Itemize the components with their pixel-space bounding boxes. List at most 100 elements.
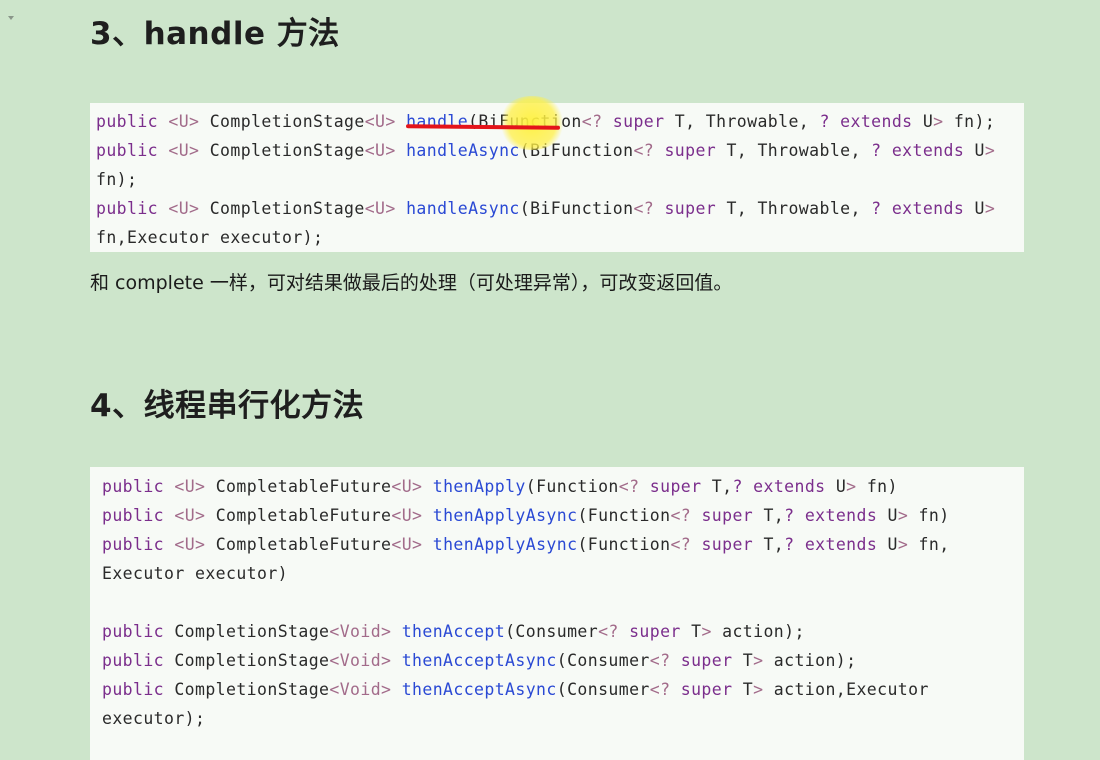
code-token: handleAsync: [406, 199, 520, 218]
code-token: action);: [711, 622, 805, 641]
code-token: <U>: [168, 141, 200, 160]
collapse-arrow-icon[interactable]: [8, 16, 14, 20]
code-token: public: [102, 535, 165, 554]
code-token: <?: [618, 477, 640, 496]
code-token: <?: [598, 622, 619, 641]
code-token: T: [680, 622, 702, 641]
code-token: CompletionStage: [199, 199, 365, 218]
code-token: super: [664, 141, 717, 160]
code-token: <?: [670, 506, 692, 525]
code-token: public: [96, 199, 159, 218]
code-token: <U>: [364, 199, 396, 218]
code-token: fn,: [908, 535, 950, 554]
code-token: thenAcceptAsync: [401, 651, 557, 670]
code-token: CompletableFuture: [205, 535, 392, 554]
code-token: fn);: [96, 170, 138, 189]
code-token: T, Throwable,: [664, 112, 820, 131]
code-token: CompletionStage: [164, 651, 330, 670]
code-line: fn);: [96, 165, 1024, 194]
code-token: >: [897, 506, 909, 525]
cursor-highlight-annotation: [498, 96, 566, 150]
code-token: public: [102, 680, 165, 699]
code-token: <U>: [168, 199, 200, 218]
code-token: T,: [701, 477, 733, 496]
code-token: U: [877, 506, 898, 525]
code-token: T: [732, 651, 754, 670]
code-token: <?: [581, 112, 603, 131]
code-token: T: [732, 680, 754, 699]
code-token: <U>: [391, 535, 423, 554]
code-token: >: [984, 141, 996, 160]
code-line: executor);: [102, 704, 1024, 733]
code-token: super: [612, 112, 665, 131]
code-line: public <U> CompletableFuture<U> thenAppl…: [102, 501, 1024, 530]
code-token: >: [753, 651, 764, 670]
code-token: handleAsync: [406, 141, 520, 160]
code-line: fn,Executor executor);: [96, 223, 1024, 252]
code-token: <U>: [174, 477, 206, 496]
code-token: (Function: [577, 506, 671, 525]
code-token: thenAcceptAsync: [401, 680, 557, 699]
code-line: public CompletionStage<Void> thenAcceptA…: [102, 646, 1024, 675]
code-token: T, Throwable,: [716, 141, 872, 160]
code-token: U: [964, 199, 985, 218]
code-token: ? extends: [784, 506, 878, 525]
code-line: public <U> CompletionStage<U> handleAsyn…: [96, 136, 1024, 165]
code-token: super: [680, 680, 733, 699]
code-token: (Consumer: [505, 622, 599, 641]
code-token: fn): [856, 477, 898, 496]
code-token: <?: [670, 535, 692, 554]
code-line: public <U> CompletableFuture<U> thenAppl…: [102, 530, 1024, 559]
code-token: thenApplyAsync: [432, 535, 578, 554]
code-token: super: [629, 622, 681, 641]
code-token: <U>: [364, 141, 396, 160]
code-line: public <U> CompletableFuture<U> thenAppl…: [102, 472, 1024, 501]
code-token: ? extends: [871, 141, 965, 160]
code-token: <?: [649, 651, 671, 670]
serialization-code-block: public <U> CompletableFuture<U> thenAppl…: [90, 467, 1024, 760]
code-token: fn,Executor executor);: [96, 228, 324, 247]
code-token: CompletionStage: [199, 141, 365, 160]
code-token: <?: [633, 199, 655, 218]
code-token: ? extends: [784, 535, 878, 554]
code-token: T, Throwable,: [716, 199, 872, 218]
code-line: public <U> CompletionStage<U> handleAsyn…: [96, 194, 1024, 223]
code-token: super: [701, 506, 754, 525]
code-token: <U>: [364, 112, 396, 131]
code-token: <Void>: [329, 651, 392, 670]
code-token: <U>: [391, 506, 423, 525]
code-token: U: [825, 477, 847, 496]
code-line: public CompletionStage<Void> thenAcceptA…: [102, 675, 1024, 704]
code-token: public: [96, 141, 159, 160]
code-token: >: [897, 535, 909, 554]
code-token: T,: [753, 535, 785, 554]
code-token: <?: [633, 141, 655, 160]
code-token: U: [877, 535, 898, 554]
code-token: thenApplyAsync: [432, 506, 578, 525]
code-token: <?: [649, 680, 671, 699]
code-token: (Function: [525, 477, 619, 496]
code-token: super: [680, 651, 733, 670]
code-token: public: [102, 651, 165, 670]
code-token: CompletionStage: [164, 680, 330, 699]
code-token: fn): [908, 506, 950, 525]
code-token: ? extends: [819, 112, 913, 131]
section-3-heading: 3、handle 方法: [90, 16, 340, 52]
code-token: <U>: [168, 112, 200, 131]
handle-description: 和 complete 一样，可对结果做最后的处理（可处理异常），可改变返回值。: [90, 272, 733, 294]
code-token: (Consumer: [556, 680, 650, 699]
